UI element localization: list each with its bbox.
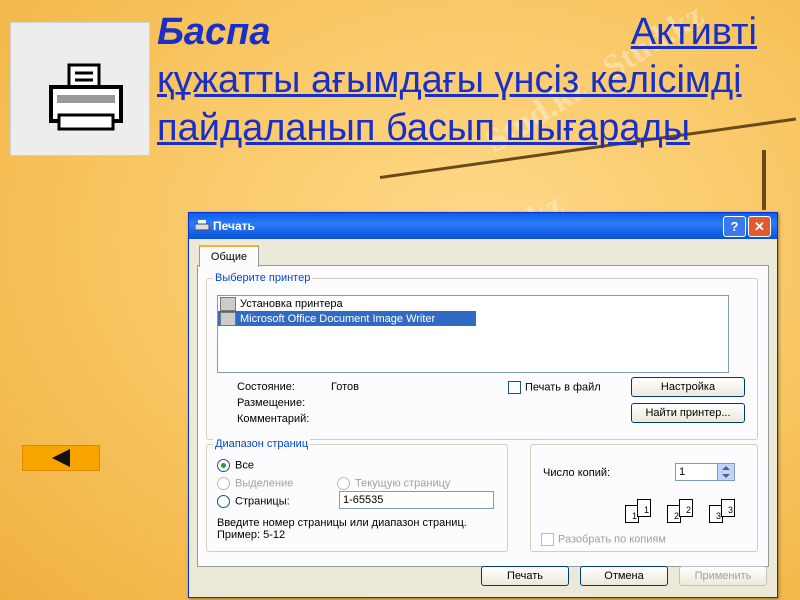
range-current[interactable]: Текущую страницу [337,477,450,490]
cancel-button[interactable]: Отмена [580,566,668,586]
print-button[interactable]: Печать [481,566,569,586]
print-dialog: Печать ? ✕ Общие Выберите принтер Устано… [188,212,778,598]
close-button[interactable]: ✕ [748,216,771,237]
printer-item-label: Microsoft Office Document Image Writer [240,312,436,325]
range-current-label: Текущую страницу [355,477,451,490]
print-to-file[interactable]: Печать в файл [508,381,601,394]
status-label: Состояние: [237,381,295,393]
add-printer-icon [220,296,236,311]
range-current-radio[interactable] [337,477,350,490]
printer-list[interactable]: Установка принтера Microsoft Office Docu… [217,295,729,373]
range-selection[interactable]: Выделение [217,477,293,490]
scale-post [762,150,766,210]
title-bold: Баспа [157,11,271,53]
range-all-label: Все [235,459,254,472]
dialog-titlebar[interactable]: Печать [189,213,777,239]
printer-group-label: Выберите принтер [213,272,313,284]
print-to-file-checkbox[interactable] [508,381,521,394]
printer-item-label: Установка принтера [240,297,343,310]
back-button[interactable] [22,445,100,471]
general-panel: Выберите принтер Установка принтера Micr… [197,265,769,567]
range-all-radio[interactable] [217,459,230,472]
range-hint: Введите номер страницы или диапазон стра… [217,517,467,541]
printer-item-add[interactable]: Установка принтера [218,296,728,311]
copies-stepper[interactable]: 1 [675,463,735,481]
copies-value: 1 [679,466,686,478]
slide-title: Баспа Активті құжатты ағымдағы үнсіз кел… [157,8,757,152]
copies-group: Число копий: 1 1 1 2 2 3 3 Разобрать по … [530,444,758,552]
page-1b: 1 [637,499,651,517]
collate-label: Разобрать по копиям [558,533,666,546]
help-button[interactable]: ? [723,216,746,237]
collate-checkbox[interactable] [541,533,554,546]
left-triangle-icon [52,449,70,467]
pages-input[interactable]: 1-65535 [339,491,494,509]
printer-icon [49,63,123,131]
range-pages[interactable]: Страницы: [217,495,290,508]
printer-device-icon [220,311,236,326]
printer-icon-box [10,22,150,156]
print-to-file-label: Печать в файл [525,381,601,394]
range-all[interactable]: Все [217,459,254,472]
printer-item-selected[interactable]: Microsoft Office Document Image Writer [218,311,476,326]
printer-small-icon [195,220,209,231]
apply-button[interactable]: Применить [679,566,767,586]
range-selection-radio[interactable] [217,477,230,490]
title-link-first[interactable]: Активті [631,8,757,56]
range-pages-label: Страницы: [235,495,290,508]
comment-label: Комментарий: [237,413,310,425]
dialog-title: Печать [213,219,255,233]
page-range-group: Диапазон страниц Все Выделение Текущую с… [206,438,508,552]
copies-label: Число копий: [543,467,611,479]
title-link-rest[interactable]: құжатты ағымдағы үнсіз келісімді пайдала… [157,59,742,149]
page-range-label: Диапазон страниц [213,438,311,450]
location-label: Размещение: [237,397,306,409]
printer-group: Выберите принтер Установка принтера Micr… [206,272,758,440]
tab-general[interactable]: Общие [199,245,259,267]
range-pages-radio[interactable] [217,495,230,508]
settings-button[interactable]: Настройка [631,377,745,397]
collate[interactable]: Разобрать по копиям [541,533,666,546]
page-3b: 3 [721,499,735,517]
range-selection-label: Выделение [235,477,294,490]
page-2b: 2 [679,499,693,517]
status-value: Готов [331,381,359,393]
find-printer-button[interactable]: Найти принтер... [631,403,745,423]
copies-spin-icon[interactable] [717,464,734,480]
